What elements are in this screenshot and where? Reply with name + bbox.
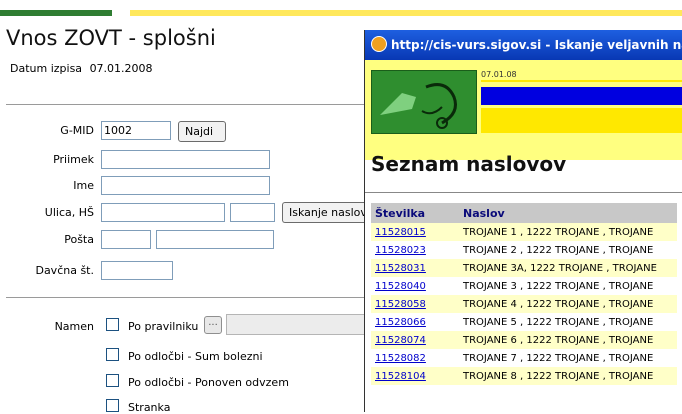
address-search-popup: http://cis-vurs.sigov.si - Iskanje velja… [364, 30, 682, 412]
address-number-link[interactable]: 11528082 [371, 349, 459, 367]
gmid-input[interactable] [101, 121, 171, 140]
address-cell: TROJANE 4 , 1222 TROJANE , TROJANE [459, 295, 677, 313]
column-header-address: Naslov [459, 203, 677, 223]
header-bar [481, 80, 682, 82]
popup-header: 07.01.08 [365, 60, 682, 160]
checkbox-label: Po pravilniku [128, 320, 199, 333]
divider [6, 104, 364, 105]
regulation-field[interactable] [226, 314, 364, 335]
purpose-label: Namen [54, 320, 94, 333]
top-strip [0, 0, 682, 16]
print-date: Datum izpisa 07.01.2008 [6, 62, 153, 75]
table-row: 11528058 TROJANE 4 , 1222 TROJANE , TROJA… [371, 295, 677, 313]
column-header-number: Številka [371, 203, 459, 223]
find-button[interactable]: Najdi [178, 121, 226, 142]
table-row: 11528040 TROJANE 3 , 1222 TROJANE , TROJA… [371, 277, 677, 295]
post-code-input[interactable] [101, 230, 151, 249]
popup-title: http://cis-vurs.sigov.si - Iskanje velja… [391, 38, 682, 52]
post-label: Pošta [64, 233, 94, 246]
tax-label: Davčna št. [35, 264, 94, 277]
tax-input[interactable] [101, 261, 173, 280]
address-cell: TROJANE 2 , 1222 TROJANE , TROJANE [459, 241, 677, 259]
surname-input[interactable] [101, 150, 270, 169]
address-cell: TROJANE 6 , 1222 TROJANE , TROJANE [459, 331, 677, 349]
browser-icon [371, 36, 387, 52]
address-number-link[interactable]: 11528040 [371, 277, 459, 295]
date-value: 07.01.2008 [89, 62, 153, 75]
checkbox-sum-bolezni[interactable] [106, 348, 119, 361]
surname-label: Priimek [53, 153, 94, 166]
popup-date: 07.01.08 [481, 70, 517, 79]
address-cell: TROJANE 8 , 1222 TROJANE , TROJANE [459, 367, 677, 385]
date-label: Datum izpisa [10, 62, 83, 75]
checkbox-label: Stranka [128, 401, 171, 414]
ellipsis-button[interactable]: ... [204, 316, 222, 334]
address-cell: TROJANE 3A, 1222 TROJANE , TROJANE [459, 259, 677, 277]
stethoscope-logo-icon [371, 70, 477, 134]
address-cell: TROJANE 5 , 1222 TROJANE , TROJANE [459, 313, 677, 331]
table-row: 11528031 TROJANE 3A, 1222 TROJANE , TROJA… [371, 259, 677, 277]
divider [6, 297, 364, 298]
street-input[interactable] [101, 203, 225, 222]
popup-heading: Seznam naslovov [371, 152, 567, 176]
address-table: Številka Naslov 11528015 TROJANE 1 , 1222… [371, 203, 677, 385]
address-number-link[interactable]: 11528074 [371, 331, 459, 349]
table-row: 11528066 TROJANE 5 , 1222 TROJANE , TROJA… [371, 313, 677, 331]
house-number-input[interactable] [230, 203, 275, 222]
address-number-link[interactable]: 11528058 [371, 295, 459, 313]
table-row: 11528074 TROJANE 6 , 1222 TROJANE , TROJA… [371, 331, 677, 349]
search-address-button[interactable]: Iskanje naslov [282, 202, 364, 223]
street-label: Ulica, HŠ [44, 206, 94, 219]
checkbox-po-pravilniku[interactable] [106, 318, 119, 331]
table-row: 11528082 TROJANE 7 , 1222 TROJANE , TROJA… [371, 349, 677, 367]
header-blue-bar [481, 87, 682, 105]
name-input[interactable] [101, 176, 270, 195]
checkbox-label: Po odločbi - Ponoven odvzem [128, 376, 289, 389]
address-cell: TROJANE 1 , 1222 TROJANE , TROJANE [459, 223, 677, 241]
address-number-link[interactable]: 11528031 [371, 259, 459, 277]
checkbox-label: Po odločbi - Sum bolezni [128, 350, 263, 363]
header-yellow-band [481, 108, 682, 133]
address-cell: TROJANE 3 , 1222 TROJANE , TROJANE [459, 277, 677, 295]
page-title: Vnos ZOVT - splošni [6, 26, 216, 50]
checkbox-stranka[interactable] [106, 399, 119, 412]
address-number-link[interactable]: 11528023 [371, 241, 459, 259]
table-row: 11528023 TROJANE 2 , 1222 TROJANE , TROJA… [371, 241, 677, 259]
address-cell: TROJANE 7 , 1222 TROJANE , TROJANE [459, 349, 677, 367]
checkbox-ponoven-odvzem[interactable] [106, 374, 119, 387]
popup-title-bar[interactable]: http://cis-vurs.sigov.si - Iskanje velja… [365, 30, 682, 60]
table-row: 11528015 TROJANE 1 , 1222 TROJANE , TROJA… [371, 223, 677, 241]
table-header-row: Številka Naslov [371, 203, 677, 223]
table-row: 11528104 TROJANE 8 , 1222 TROJANE , TROJA… [371, 367, 677, 385]
divider [365, 192, 682, 193]
name-label: Ime [73, 179, 94, 192]
address-number-link[interactable]: 11528066 [371, 313, 459, 331]
post-name-input[interactable] [156, 230, 274, 249]
address-number-link[interactable]: 11528015 [371, 223, 459, 241]
address-number-link[interactable]: 11528104 [371, 367, 459, 385]
gmid-label: G-MID [60, 124, 94, 137]
